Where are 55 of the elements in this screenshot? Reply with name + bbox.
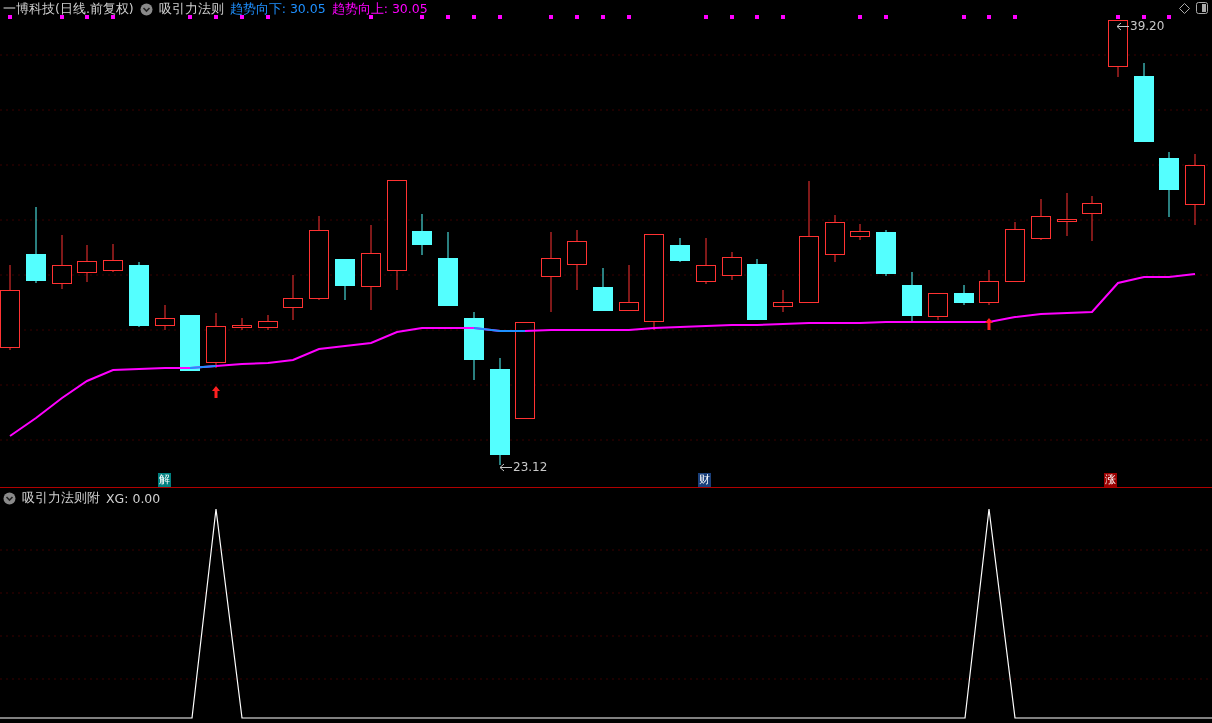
chevron-icon[interactable] (3, 492, 16, 505)
pointer-arrow-icon (499, 462, 512, 472)
indicator-name: 吸引力法则 (158, 1, 224, 18)
indicator-name: 吸引力法则附 (22, 490, 100, 507)
candlestick (335, 258, 355, 301)
candlestick (232, 317, 252, 331)
candlestick (1082, 195, 1102, 242)
candlestick (412, 213, 432, 256)
candlestick (902, 271, 922, 323)
trend-down-segment (473, 327, 526, 332)
indicator-reading: 趋势向下: 30.05 (229, 1, 326, 18)
candlestick (52, 234, 72, 290)
candlestick (567, 229, 587, 291)
candlestick (129, 261, 149, 328)
candlestick (773, 289, 793, 313)
candlestick (979, 269, 999, 306)
up-arrow-icon (212, 386, 220, 398)
candlestick (155, 304, 175, 331)
candlestick (670, 237, 690, 263)
indicator-reading: XG: 0.00 (106, 491, 161, 506)
candlestick (1005, 221, 1025, 283)
candlestick (593, 267, 613, 311)
event-badge[interactable]: 涨 (1104, 473, 1117, 487)
candlestick (283, 274, 303, 321)
event-badge[interactable]: 财 (698, 473, 711, 487)
up-arrow-icon (985, 318, 993, 330)
candlestick (1057, 192, 1077, 237)
candlestick (619, 264, 639, 311)
candlestick (850, 223, 870, 241)
diamond-icon[interactable] (1179, 2, 1190, 14)
candlestick (1031, 198, 1051, 241)
indicator-reading: 趋势向上: 30.05 (331, 1, 428, 18)
candlestick (258, 314, 278, 331)
candlestick (464, 311, 484, 381)
price-label: 39.20 (1130, 19, 1165, 33)
candlestick (696, 237, 716, 285)
trend-down-segment (189, 365, 217, 369)
candlestick (825, 214, 845, 263)
candlestick (103, 243, 123, 273)
candlestick (206, 312, 226, 369)
candlestick (876, 229, 896, 277)
candlestick (954, 284, 974, 306)
candlestick (722, 251, 742, 281)
panel-toggle-icon[interactable] (1196, 2, 1208, 14)
price-label: 23.12 (513, 460, 548, 474)
security-title: 一博科技(日线.前复权) (3, 1, 134, 18)
event-badge[interactable]: 解 (158, 473, 171, 487)
candlestick (1159, 151, 1179, 218)
chevron-icon[interactable] (139, 3, 153, 16)
candlestick (1108, 19, 1128, 78)
pointer-arrow-icon (1116, 21, 1129, 31)
candlestick (928, 292, 948, 321)
candlestick (77, 244, 97, 283)
candlestick (747, 258, 767, 321)
candlestick (180, 314, 200, 371)
